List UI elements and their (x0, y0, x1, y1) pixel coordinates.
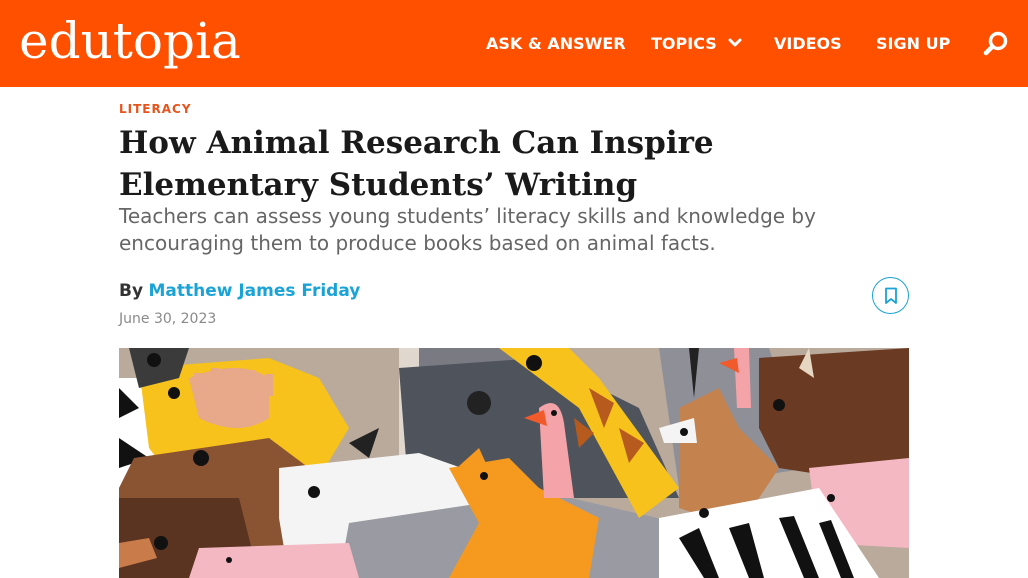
nav-topics-label: TOPICS (651, 34, 717, 53)
bookmark-icon (884, 287, 897, 304)
edutopia-logo[interactable]: edutopia (19, 8, 241, 74)
article-category[interactable]: LITERACY (119, 102, 192, 116)
byline: By Matthew James Friday (119, 279, 360, 303)
animals-illustration (119, 348, 909, 578)
article-subtitle: Teachers can assess young students’ lite… (119, 204, 816, 255)
article-title: How Animal Research Can Inspire Elementa… (119, 125, 714, 203)
publish-date: June 30, 2023 (119, 311, 217, 327)
hero-illustration (119, 348, 909, 578)
chevron-down-icon (728, 38, 742, 47)
nav-videos[interactable]: VIDEOS (774, 33, 842, 55)
bookmark-button[interactable] (872, 277, 909, 314)
site-header: edutopia ASK & ANSWER TOPICS VIDEOS SIGN… (0, 0, 1028, 87)
nav-topics[interactable]: TOPICS (651, 33, 742, 55)
nav-sign-up[interactable]: SIGN UP (876, 33, 950, 55)
search-icon[interactable] (982, 30, 1010, 58)
author-link[interactable]: Matthew James Friday (148, 281, 360, 301)
nav-ask-answer[interactable]: ASK & ANSWER (486, 33, 626, 55)
by-label: By (119, 281, 144, 301)
